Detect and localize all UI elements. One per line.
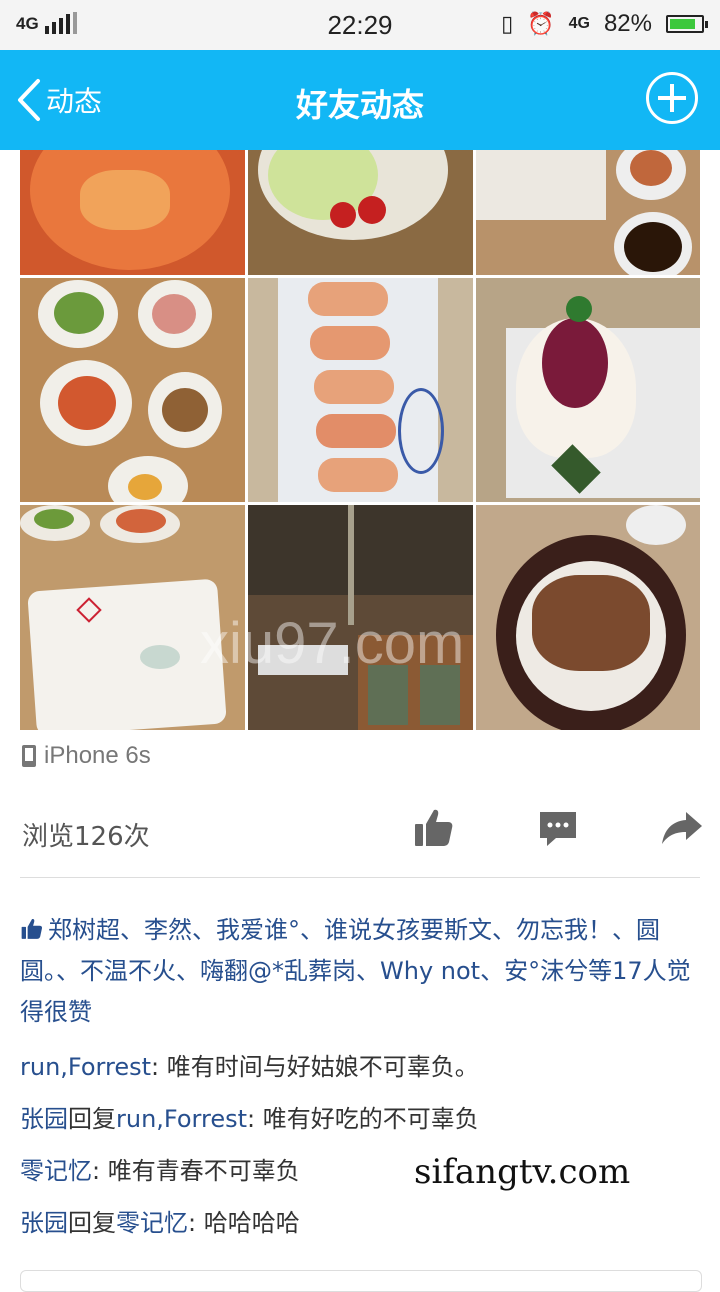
status-icons: ▯ ⏰ 4G 82%: [501, 10, 708, 38]
nav-bar: 动态 好友动态: [0, 50, 720, 150]
photo-sauce-dishes[interactable]: [476, 150, 700, 275]
device-name: iPhone 6s: [44, 742, 151, 769]
photo-hotpot[interactable]: [20, 150, 245, 275]
phone-icon: [22, 745, 36, 767]
comment-text: : 唯有青春不可辜负: [92, 1157, 300, 1185]
photo-grid: [20, 150, 700, 730]
comment-text: : 哈哈哈哈: [188, 1209, 300, 1237]
reply-word: 回复: [68, 1105, 116, 1133]
battery-icon: [666, 15, 708, 33]
network-right: 4G: [568, 15, 590, 32]
reply-word: 回复: [68, 1209, 116, 1237]
vibrate-icon: ▯: [501, 11, 514, 36]
back-button[interactable]: 动态: [16, 78, 102, 122]
share-icon[interactable]: [660, 806, 704, 850]
view-count: 浏览126次: [22, 822, 150, 852]
commenter-name[interactable]: run,Forrest: [20, 1053, 151, 1081]
device-info: iPhone 6s: [22, 742, 151, 770]
comment-text: : 唯有时间与好姑娘不可辜负。: [151, 1053, 479, 1081]
photo-restaurant[interactable]: [248, 505, 473, 730]
photo-sushi-roll[interactable]: [248, 278, 473, 502]
back-label: 动态: [46, 85, 103, 118]
comment-text: : 唯有好吃的不可辜负: [247, 1105, 479, 1133]
likes-list[interactable]: 郑树超、李然、我爱谁°、谁说女孩要斯文、勿忘我！、圆圆。、不温不火、嗨翻@*乱葬…: [20, 910, 700, 1033]
page-title: 好友动态: [295, 86, 424, 124]
divider: [20, 877, 700, 878]
photo-sizzling-beef[interactable]: [476, 505, 700, 730]
like-icon[interactable]: [412, 806, 456, 850]
add-button[interactable]: [646, 72, 698, 124]
status-bar: 4G 22:29 ▯ ⏰ 4G 82%: [0, 0, 720, 50]
alarm-icon: ⏰: [527, 11, 555, 36]
list-item[interactable]: 张园回复零记忆: 哈哈哈哈: [20, 1200, 710, 1252]
thumbs-up-icon: [21, 919, 43, 939]
reply-target[interactable]: run,Forrest: [116, 1105, 247, 1133]
liker-names[interactable]: 郑树超、李然、我爱谁°、谁说女孩要斯文、勿忘我！、圆圆。、不温不火、嗨翻@*乱葬…: [20, 916, 660, 985]
list-item[interactable]: 张园回复run,Forrest: 唯有好吃的不可辜负: [20, 1096, 710, 1148]
comment-input-box[interactable]: [20, 1270, 702, 1292]
photo-plate[interactable]: [20, 505, 245, 730]
battery-percent: 82%: [603, 10, 652, 37]
photo-salad[interactable]: [248, 150, 473, 275]
reply-target[interactable]: 零记忆: [116, 1209, 188, 1237]
list-item[interactable]: run,Forrest: 唯有时间与好姑娘不可辜负。: [20, 1044, 710, 1096]
comment-icon[interactable]: [536, 806, 580, 850]
site-watermark: sifangtv.com: [414, 1152, 631, 1192]
photo-side-dishes[interactable]: [20, 278, 245, 502]
comment-list: run,Forrest: 唯有时间与好姑娘不可辜负。 张园回复run,Forre…: [20, 1044, 710, 1252]
photo-dessert[interactable]: [476, 278, 700, 502]
commenter-name[interactable]: 张园: [20, 1209, 68, 1237]
commenter-name[interactable]: 张园: [20, 1105, 68, 1133]
chevron-left-icon: [18, 79, 40, 121]
commenter-name[interactable]: 零记忆: [20, 1157, 92, 1185]
